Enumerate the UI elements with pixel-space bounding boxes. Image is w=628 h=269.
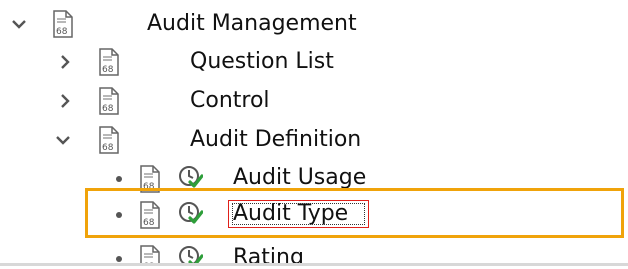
tree-node-label: Audit Type xyxy=(233,201,349,226)
tree-node-audit-definition[interactable]: 68 Audit Definition xyxy=(0,122,628,158)
svg-text:68: 68 xyxy=(102,65,114,75)
chevron-down-icon[interactable] xyxy=(54,131,72,149)
tree-node-control[interactable]: 68 Control xyxy=(0,83,628,119)
clock-check-icon xyxy=(177,164,203,190)
panel-divider xyxy=(0,263,628,266)
document-icon: 68 xyxy=(139,245,161,264)
tree-node-label: Audit Definition xyxy=(190,127,362,152)
clock-check-icon xyxy=(177,200,203,226)
tree-node-label: Audit Management xyxy=(147,11,357,36)
svg-text:68: 68 xyxy=(56,27,68,37)
svg-text:68: 68 xyxy=(143,218,155,228)
document-icon: 68 xyxy=(98,48,120,76)
tree-node-label: Audit Usage xyxy=(233,165,367,190)
document-icon: 68 xyxy=(139,165,161,193)
svg-text:68: 68 xyxy=(102,104,114,114)
tree-node-label: Rating xyxy=(233,245,304,264)
tree-leaf-audit-usage[interactable]: 68 Audit Usage xyxy=(0,160,628,196)
selected-node-focus[interactable]: Audit Type xyxy=(228,200,369,228)
bullet-icon xyxy=(116,212,122,218)
document-icon: 68 xyxy=(52,10,74,38)
chevron-right-icon[interactable] xyxy=(56,92,74,110)
document-icon: 68 xyxy=(98,126,120,154)
tree-node-audit-management[interactable]: 68 Audit Management xyxy=(0,6,628,42)
svg-text:68: 68 xyxy=(102,143,114,153)
chevron-right-icon[interactable] xyxy=(56,53,74,71)
tree-node-question-list[interactable]: 68 Question List xyxy=(0,44,628,80)
document-icon: 68 xyxy=(98,87,120,115)
tree-node-label: Question List xyxy=(190,49,334,74)
clock-check-icon xyxy=(177,244,203,264)
svg-text:68: 68 xyxy=(143,182,155,192)
tree-node-label: Control xyxy=(190,88,270,113)
document-icon: 68 xyxy=(139,201,161,229)
bullet-icon xyxy=(116,256,122,262)
tree-leaf-rating[interactable]: 68 Rating xyxy=(0,240,628,264)
bullet-icon xyxy=(116,176,122,182)
chevron-down-icon[interactable] xyxy=(10,15,28,33)
